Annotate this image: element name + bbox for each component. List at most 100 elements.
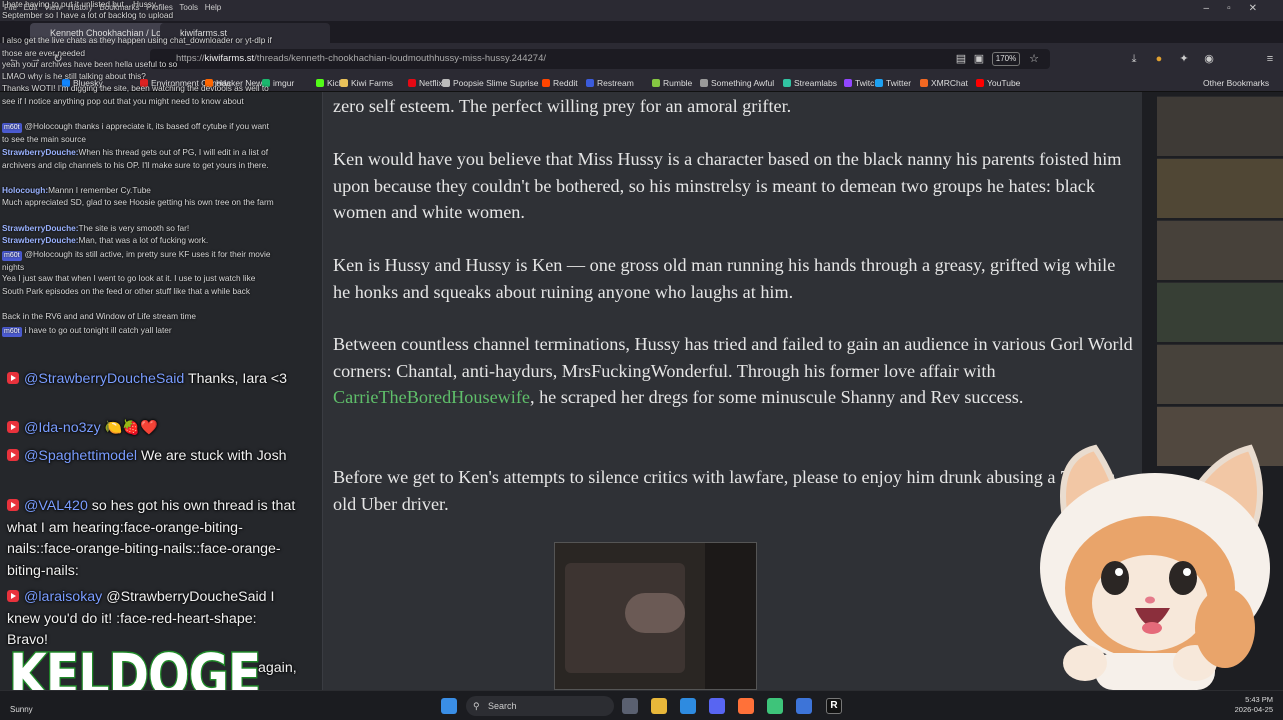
chat-text: Man, that was a lot of fucking work. (78, 235, 209, 245)
chat-username[interactable]: @laraisokay (24, 589, 102, 605)
bookmark-item[interactable]: Reddit (542, 77, 578, 90)
chat-message: Much appreciated SD, glad to see Hoosie … (2, 196, 277, 209)
discord-icon[interactable] (709, 698, 725, 714)
window-controls: –▫✕ (1204, 3, 1276, 14)
chat-message: m60t i have to go out tonight ill catch y… (2, 324, 277, 337)
screenshot-icon[interactable]: ▣ (973, 53, 985, 65)
video-frame (705, 543, 756, 689)
bookmark-item[interactable]: Streamlabs (783, 77, 837, 90)
youtube-chat-message: @StrawberryDoucheSaid Thanks, Iara <3 (7, 369, 297, 391)
chat-username[interactable]: StrawberryDouche: (2, 223, 79, 233)
extension-icon[interactable]: ● (1153, 53, 1165, 65)
system-clock[interactable]: 5:43 PM 2026-04-25 (1213, 695, 1273, 715)
file-explorer-icon[interactable] (651, 698, 667, 714)
bookmark-label: Poopsie Slime Suprise (453, 78, 539, 88)
chat-text: I also get the live chats as they happen… (2, 35, 272, 58)
app-icon[interactable] (680, 698, 696, 714)
chat-text: Back in the RV6 and and Window of Life s… (2, 311, 197, 321)
chat-username[interactable]: StrawberryDouche: (2, 147, 79, 157)
bookmark-item[interactable]: Netflix (408, 77, 443, 90)
post-paragraph-2: Ken would have you believe that Miss Hus… (333, 149, 1122, 222)
bookmark-item[interactable]: Kick (316, 77, 343, 90)
bookmark-label: YouTube (987, 78, 1021, 88)
embedded-video[interactable] (554, 542, 757, 690)
bookmark-item[interactable]: Poopsie Slime Suprise (442, 77, 539, 90)
chat-message: StrawberryDouche:The site is very smooth… (2, 222, 277, 235)
other-bookmarks[interactable]: Other Bookmarks (1203, 77, 1269, 90)
bookmark-item[interactable]: XMRChat (920, 77, 968, 90)
clock-time: 5:43 PM (1245, 695, 1273, 704)
chat-text: We are stuck with Josh (140, 448, 287, 464)
chat-text: yeah your archives have been hella usefu… (2, 59, 178, 69)
r-app-icon[interactable]: R (826, 698, 842, 714)
post-paragraph-4-text-a: Between countless channel terminations, … (333, 334, 1133, 381)
chat-text: i have to go out tonight ill catch yall … (24, 325, 172, 335)
weather-widget[interactable]: Sunny (10, 705, 33, 714)
firefox-icon[interactable] (738, 698, 754, 714)
bookmark-favicon-icon (316, 79, 324, 87)
reader-view-icon[interactable]: ▤ (955, 53, 967, 65)
post-paragraph-4: Between countless channel terminations, … (333, 331, 1133, 411)
taskbar-search[interactable]: ⚲ Search (466, 696, 614, 716)
bookmark-favicon-icon (875, 79, 883, 87)
maximize-icon[interactable]: ▫ (1227, 3, 1249, 14)
youtube-chat-message: again, (258, 658, 300, 680)
bookmark-favicon-icon (844, 79, 852, 87)
chat-text: Yea I just saw that when I went to go lo… (2, 273, 256, 296)
chat-message: yeah your archives have been hella usefu… (2, 58, 277, 71)
bookmark-item[interactable]: Something Awful (700, 77, 774, 90)
youtube-icon (7, 372, 19, 384)
zoom-level[interactable]: 170% (992, 52, 1020, 66)
bookmark-label: Something Awful (711, 78, 775, 88)
search-icon: ⚲ (473, 701, 480, 711)
side-image (1157, 158, 1283, 218)
chat-username[interactable]: m60t (2, 251, 22, 261)
bookmark-item[interactable]: YouTube (976, 77, 1020, 90)
bookmark-item[interactable]: Kiwi Farms (340, 77, 393, 90)
app-icon[interactable] (767, 698, 783, 714)
downloads-icon[interactable]: ⤓ (1128, 53, 1140, 65)
extensions-puzzle-icon[interactable]: ✦ (1178, 53, 1190, 65)
youtube-icon (7, 421, 19, 433)
side-image-strip (1157, 96, 1283, 486)
task-view-icon[interactable] (622, 698, 638, 714)
chat-username[interactable]: @VAL420 (24, 498, 88, 514)
minimize-icon[interactable]: – (1204, 3, 1228, 14)
bookmark-item[interactable]: Twitter (875, 77, 911, 90)
chat-username[interactable]: @StrawberryDoucheSaid (24, 371, 184, 387)
close-icon[interactable]: ✕ (1249, 3, 1275, 14)
youtube-chat-message: @VAL420 so hes got his own thread is tha… (7, 496, 297, 582)
chat-username[interactable]: Holocough: (2, 185, 48, 195)
post-paragraph-1: zero self esteem. The perfect willing pr… (333, 96, 792, 116)
bookmark-item[interactable]: Restream (586, 77, 634, 90)
bookmark-label: Reddit (553, 78, 578, 88)
chat-text: @Holocough thanks i appreciate it, its b… (2, 121, 269, 144)
bookmark-star-icon[interactable]: ☆ (1028, 53, 1040, 65)
chat-text: Mannn I remember Cy.Tube (48, 185, 151, 195)
chat-text: again, (258, 660, 297, 676)
chat-username[interactable]: m60t (2, 327, 22, 337)
bookmark-label: Kiwi Farms (351, 78, 394, 88)
chat-text: Thanks WOTI! I'm digging the site, been … (2, 83, 269, 106)
bookmark-label: Twitter (886, 78, 912, 88)
bookmark-label: Restream (597, 78, 634, 88)
bookmark-favicon-icon (783, 79, 791, 87)
chat-username[interactable]: @Spaghettimodel (24, 448, 137, 464)
bookmark-item[interactable]: Twitch (844, 77, 879, 90)
chat-username[interactable]: m60t (2, 123, 22, 133)
account-icon[interactable]: ◉ (1203, 53, 1215, 65)
chat-username[interactable]: @Ida-no3zy (24, 420, 101, 436)
chat-message: Thanks WOTI! I'm digging the site, been … (2, 82, 277, 107)
bookmark-favicon-icon (586, 79, 594, 87)
youtube-chat-message: @Spaghettimodel We are stuck with Josh (7, 446, 297, 468)
app-menu-icon[interactable]: ≡ (1264, 53, 1276, 65)
bookmark-favicon-icon (652, 79, 660, 87)
bookmark-item[interactable]: Rumble (652, 77, 692, 90)
user-link-carrie[interactable]: CarrieTheBoredHousewife (333, 387, 530, 407)
windows-start-icon[interactable] (441, 698, 457, 714)
chat-message: m60t @Holocough its still active, im pret… (2, 248, 277, 274)
chat-username[interactable]: StrawberryDouche: (2, 235, 79, 245)
youtube-icon (7, 590, 19, 602)
app-icon[interactable] (796, 698, 812, 714)
chat-message: StrawberryDouche:When his thread gets ou… (2, 146, 277, 171)
